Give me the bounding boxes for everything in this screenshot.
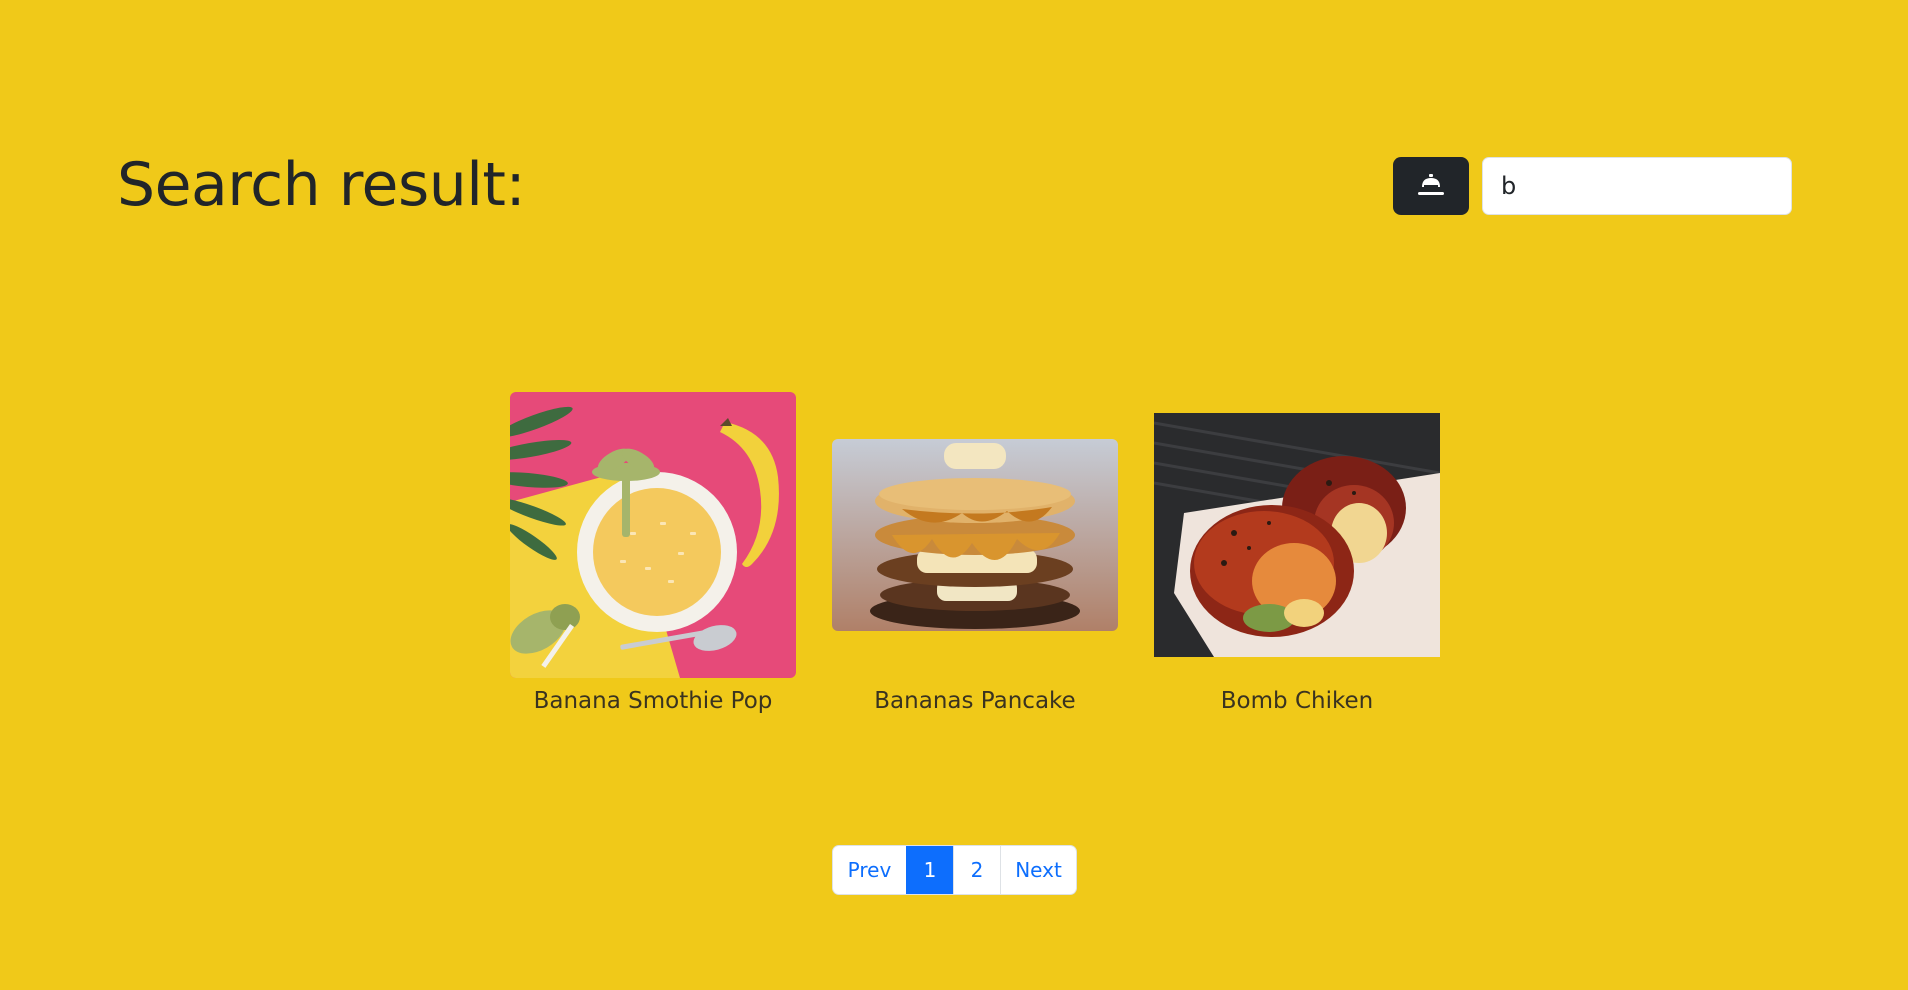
- search-bar: [1393, 157, 1792, 215]
- page-1-button[interactable]: 1: [906, 846, 953, 894]
- recipe-card[interactable]: Banana Smothie Pop: [510, 392, 796, 716]
- recipe-card[interactable]: Bomb Chiken: [1154, 392, 1440, 716]
- banana-pancake-photo[interactable]: [832, 439, 1118, 631]
- page-title: Search result:: [117, 150, 526, 220]
- results-grid: Banana Smothie Pop Bananas Pancake Bomb …: [510, 392, 1440, 716]
- recipe-name[interactable]: Bananas Pancake: [874, 686, 1075, 716]
- cook-icon: [1418, 174, 1444, 195]
- bacon-wrapped-chicken-photo[interactable]: [1154, 413, 1440, 657]
- search-input[interactable]: [1482, 157, 1792, 215]
- page-2-button[interactable]: 2: [953, 846, 1000, 894]
- pagination: Prev 1 2 Next: [832, 845, 1077, 895]
- banana-smoothie-photo[interactable]: [510, 392, 796, 678]
- search-button[interactable]: [1393, 157, 1469, 215]
- prev-page-button[interactable]: Prev: [833, 846, 906, 894]
- recipe-card[interactable]: Bananas Pancake: [832, 392, 1118, 716]
- recipe-name[interactable]: Banana Smothie Pop: [534, 686, 773, 716]
- recipe-name[interactable]: Bomb Chiken: [1221, 686, 1373, 716]
- next-page-button[interactable]: Next: [1000, 846, 1076, 894]
